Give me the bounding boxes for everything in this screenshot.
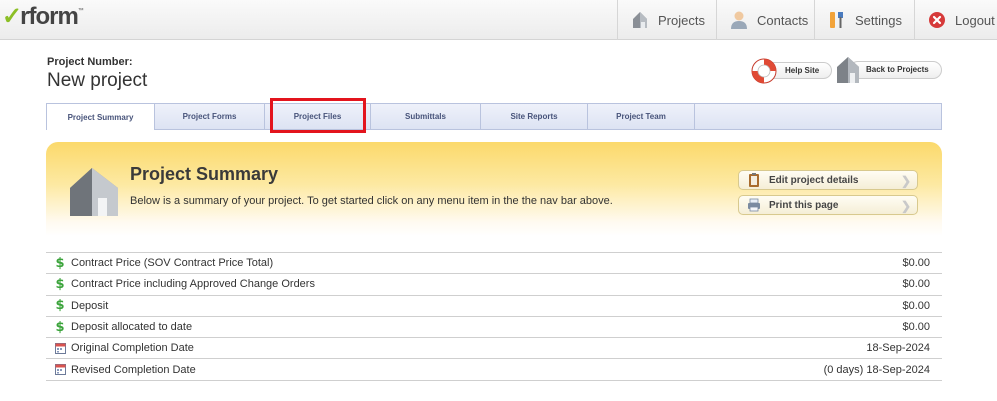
nav-contacts-label: Contacts	[757, 12, 809, 28]
row-label: Revised Completion Date	[71, 363, 196, 376]
printer-icon	[747, 198, 761, 212]
app-logo[interactable]: ✓ rform ™	[2, 4, 84, 34]
tab-site-reports[interactable]: Site Reports	[481, 104, 588, 129]
house-icon	[837, 57, 859, 83]
nav-projects[interactable]: Projects	[617, 0, 716, 40]
nav-contacts[interactable]: Contacts	[716, 0, 814, 40]
tab-submittals[interactable]: Submittals	[371, 104, 481, 129]
nav-logout[interactable]: Logout	[914, 0, 997, 40]
row-label: Contract Price (SOV Contract Price Total…	[71, 257, 274, 270]
tab-project-summary[interactable]: Project Summary	[47, 103, 155, 130]
highlight-box	[270, 98, 366, 133]
nav-settings-label: Settings	[855, 12, 902, 28]
dollar-icon: $	[55, 255, 65, 271]
dollar-icon: $	[55, 319, 65, 335]
calendar-icon	[53, 341, 67, 355]
top-bar: ✓ rform ™ Projects Contacts Settings Log…	[0, 0, 997, 40]
lifebuoy-icon	[751, 58, 777, 84]
tab-project-team[interactable]: Project Team	[588, 104, 695, 129]
banner-title: Project Summary	[130, 164, 279, 184]
row-value: 18-Sep-2024	[866, 342, 930, 355]
banner-description: Below is a summary of your project. To g…	[130, 195, 613, 207]
table-row: $ Deposit $0.00	[46, 296, 942, 317]
row-value: $0.00	[902, 257, 930, 270]
edit-project-details-button[interactable]: Edit project details ❯	[738, 170, 918, 190]
logo-wordmark: rform	[20, 3, 79, 30]
edit-project-details-label: Edit project details	[769, 174, 859, 186]
row-value: $0.00	[902, 321, 930, 334]
tools-icon	[827, 10, 847, 30]
project-tabs: Project Summary Project Forms Project Fi…	[46, 103, 942, 130]
row-value: $0.00	[902, 299, 930, 312]
help-site-button[interactable]: Help Site	[750, 57, 832, 84]
person-icon	[729, 10, 749, 30]
project-number-label: Project Number:	[47, 56, 133, 68]
table-row: Original Completion Date 18-Sep-2024	[46, 338, 942, 360]
table-row: $ Contract Price (SOV Contract Price Tot…	[46, 253, 942, 275]
nav-settings[interactable]: Settings	[814, 0, 914, 40]
chevron-right-icon: ❯	[900, 174, 911, 188]
house-icon	[630, 10, 650, 30]
tab-project-forms[interactable]: Project Forms	[155, 104, 265, 129]
row-label: Contract Price including Approved Change…	[71, 278, 315, 291]
row-label: Deposit allocated to date	[71, 321, 193, 334]
table-row: Revised Completion Date (0 days) 18-Sep-…	[46, 359, 942, 381]
table-row: $ Contract Price including Approved Chan…	[46, 274, 942, 296]
table-row: $ Deposit allocated to date $0.00	[46, 317, 942, 339]
back-to-projects-button[interactable]: Back to Projects	[835, 55, 942, 84]
house-icon	[70, 168, 118, 216]
row-value: (0 days) 18-Sep-2024	[823, 363, 930, 376]
row-label: Deposit	[71, 299, 109, 312]
top-nav: Projects Contacts Settings Logout	[617, 0, 997, 40]
project-name: New project	[47, 70, 148, 91]
chevron-right-icon: ❯	[900, 199, 911, 213]
dollar-icon: $	[55, 276, 65, 292]
nav-projects-label: Projects	[658, 12, 705, 28]
logo-check: ✓	[2, 3, 23, 30]
dollar-icon: $	[55, 298, 65, 314]
print-page-label: Print this page	[769, 199, 839, 211]
calendar-icon	[53, 363, 67, 377]
clipboard-icon	[747, 173, 761, 187]
summary-table: $ Contract Price (SOV Contract Price Tot…	[46, 252, 942, 381]
logo-trademark: ™	[77, 8, 84, 14]
row-value: $0.00	[902, 278, 930, 291]
nav-logout-label: Logout	[955, 12, 995, 28]
print-page-button[interactable]: Print this page ❯	[738, 195, 918, 215]
row-label: Original Completion Date	[71, 342, 194, 355]
logout-icon	[927, 10, 947, 30]
